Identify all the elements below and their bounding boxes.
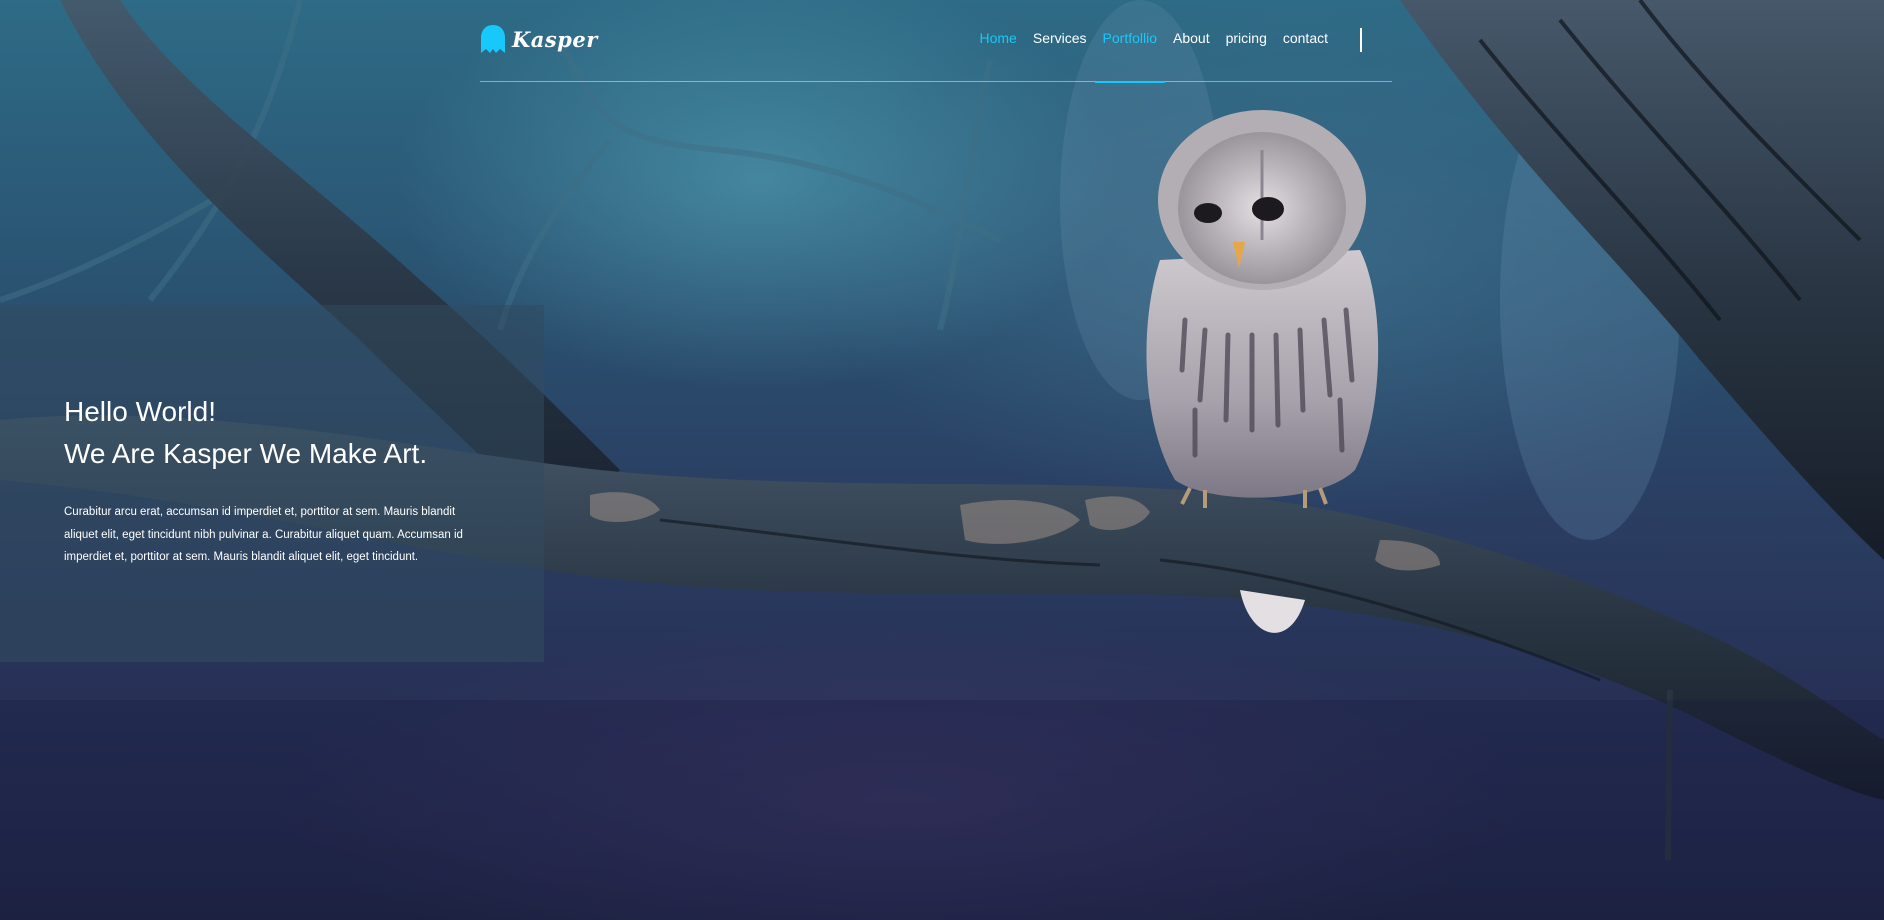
logo[interactable]: Kasper (480, 24, 598, 54)
intro-title-line-2: We Are Kasper We Make Art. (64, 438, 428, 469)
intro-panel: Hello World! We Are Kasper We Make Art. … (0, 305, 544, 662)
intro-title-line-1: Hello World! (64, 396, 216, 427)
nav-item-pricing[interactable]: pricing (1226, 30, 1267, 46)
ghost-icon (481, 25, 505, 53)
intro-description: Curabitur arcu erat, accumsan id imperdi… (64, 506, 463, 563)
nav-item-portfolio[interactable]: Portfollio (1094, 30, 1166, 83)
nav-item-contact[interactable]: contact (1283, 30, 1328, 46)
site-header: Kasper Home Services Portfollio About pr… (480, 0, 1392, 83)
main-nav: Home Services Portfollio About pricing c… (980, 30, 1328, 83)
nav-item-services[interactable]: Services (1033, 30, 1087, 46)
logo-text: Kasper (512, 26, 598, 52)
nav-item-home[interactable]: Home (980, 30, 1017, 46)
intro-title: Hello World! We Are Kasper We Make Art. (64, 391, 480, 475)
menu-toggle-icon[interactable] (1360, 28, 1362, 52)
nav-item-about[interactable]: About (1173, 30, 1210, 46)
hero-section: Kasper Home Services Portfollio About pr… (0, 0, 1884, 920)
